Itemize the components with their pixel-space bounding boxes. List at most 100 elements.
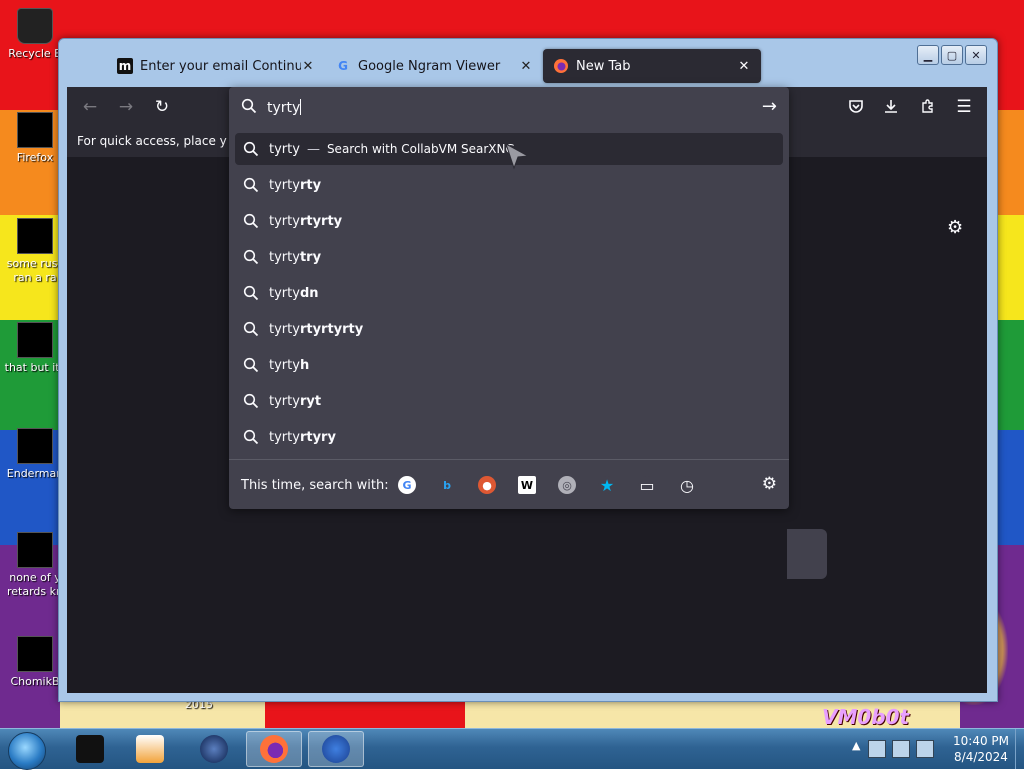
close-window-button[interactable]: ✕ (965, 45, 987, 65)
urlbar-text[interactable]: tyrty (267, 99, 302, 116)
suggestion-suffix: rty (299, 177, 322, 193)
suggestion-item[interactable]: tyrty rtyry (235, 421, 783, 453)
mouse-cursor-icon (504, 142, 530, 174)
pocket-icon[interactable] (847, 98, 865, 116)
document-icon (17, 218, 53, 254)
suggestion-prefix: tyrty (269, 321, 300, 337)
suggestion-prefix: tyrty (269, 393, 300, 409)
window-controls: ▁ ▢ ✕ (917, 45, 987, 65)
clock[interactable]: 10:40 PM 8/4/2024 (946, 733, 1016, 765)
media-player-icon (136, 735, 164, 763)
tabs-icon[interactable]: ▭ (638, 476, 656, 495)
suggestion-prefix: tyrty (269, 429, 300, 445)
reload-button[interactable]: ↻ (153, 98, 171, 116)
watermark: VM0b0t (822, 705, 910, 729)
suggestion-suffix: rtyry (299, 429, 336, 445)
taskbar-app-help[interactable] (308, 731, 364, 767)
menu-button[interactable]: ☰ (955, 98, 973, 116)
globe-icon (200, 735, 228, 763)
tab-close-icon[interactable]: ✕ (737, 59, 751, 74)
new-tab-search-box[interactable] (787, 529, 827, 579)
suggestion-text: tyrty (269, 141, 300, 157)
suggestion-item[interactable]: tyrty rtyrty (235, 205, 783, 237)
tab-strip: m Enter your email Continue to Pe ✕ G Go… (107, 49, 761, 83)
firefox-icon (260, 735, 288, 763)
show-desktop-button[interactable] (1015, 729, 1024, 769)
one-off-label: This time, search with: (241, 478, 389, 493)
one-off-search-bar: This time, search with: G b ● W ◎ ★ ▭ ◷ … (229, 459, 789, 510)
bing-icon[interactable]: b (438, 476, 456, 494)
suggestion-prefix: tyrty (269, 249, 300, 265)
urlbar-input[interactable]: tyrty → (229, 87, 789, 127)
suggestion-prefix: tyrty (269, 177, 300, 193)
suggestion-item[interactable]: tyrty rtyrtyrty (235, 313, 783, 345)
forward-button[interactable]: → (117, 98, 135, 116)
suggestion-prefix: tyrty (269, 213, 300, 229)
search-icon (241, 98, 257, 114)
wikipedia-icon[interactable]: W (518, 476, 536, 494)
search-icon (243, 177, 259, 193)
clock-date: 8/4/2024 (954, 750, 1008, 764)
duckduckgo-icon[interactable]: ● (478, 476, 496, 494)
system-tray: ▲ 10:40 PM 8/4/2024 (846, 729, 1024, 769)
image-icon (17, 636, 53, 672)
suggestion-item[interactable]: tyrty ryt (235, 385, 783, 417)
bookmarks-toolbar-hint: For quick access, place your bookmarks h… (77, 134, 227, 148)
tray-app-icon[interactable] (868, 740, 886, 758)
suggestion-prefix: tyrty (269, 285, 300, 301)
suggestion-item[interactable]: tyrty h (235, 349, 783, 381)
clock-time: 10:40 PM (953, 734, 1009, 748)
application-icon (17, 428, 53, 464)
search-settings-gear-icon[interactable]: ⚙ (762, 474, 777, 494)
tray-expand-icon[interactable]: ▲ (852, 739, 860, 752)
back-button[interactable]: ← (81, 98, 99, 116)
taskbar-app-globe[interactable] (186, 731, 242, 767)
taskbar-app-firefox[interactable] (246, 731, 302, 767)
suggestion-suffix: h (299, 357, 310, 373)
page-settings-gear-icon[interactable]: ⚙ (947, 217, 963, 238)
help-icon (322, 735, 350, 763)
search-icon (243, 429, 259, 445)
firefox-icon (17, 112, 53, 148)
document-icon (17, 322, 53, 358)
suggestion-prefix: tyrty (269, 357, 300, 373)
recycle-bin-icon (17, 8, 53, 44)
search-icon (243, 249, 259, 265)
maximize-button[interactable]: ▢ (941, 45, 963, 65)
go-arrow-button[interactable]: → (762, 96, 777, 117)
search-icon (243, 141, 259, 157)
tab-close-icon[interactable]: ✕ (519, 59, 533, 74)
document-icon (17, 532, 53, 568)
terminal-icon (76, 735, 104, 763)
search-icon (243, 213, 259, 229)
tab-new-tab[interactable]: New Tab ✕ (543, 49, 761, 83)
suggestion-item[interactable]: tyrty dn (235, 277, 783, 309)
tab-title: New Tab (576, 58, 631, 74)
tab-moodle-login[interactable]: m Enter your email Continue to Pe ✕ (107, 49, 325, 83)
volume-icon[interactable] (916, 740, 934, 758)
m-logo-icon: m (117, 58, 133, 74)
bookmarks-icon[interactable]: ★ (598, 476, 616, 495)
suggestion-engine-text: Search with CollabVM SearXNG (326, 142, 515, 156)
taskbar-app-media-player[interactable] (122, 731, 178, 767)
search-icon (243, 321, 259, 337)
start-button[interactable] (8, 732, 46, 770)
suggestion-list: tyrty — Search with CollabVM SearXNG tyr… (235, 133, 783, 457)
minimize-button[interactable]: ▁ (917, 45, 939, 65)
search-icon (243, 393, 259, 409)
puzzle-icon[interactable] (919, 98, 937, 116)
download-icon[interactable] (882, 98, 900, 116)
tab-title: Enter your email Continue to Pe (140, 58, 301, 74)
taskbar-app-terminal[interactable] (62, 731, 118, 767)
google-icon[interactable]: G (398, 476, 416, 494)
history-icon[interactable]: ◷ (678, 476, 696, 495)
searxng-icon[interactable]: ◎ (558, 476, 576, 494)
tab-title: Google Ngram Viewer (358, 58, 501, 74)
search-icon (243, 357, 259, 373)
tab-google-ngram[interactable]: G Google Ngram Viewer ✕ (325, 49, 543, 83)
network-icon[interactable] (892, 740, 910, 758)
tab-close-icon[interactable]: ✕ (301, 59, 315, 74)
suggestion-item[interactable]: tyrty try (235, 241, 783, 273)
suggestion-suffix: rtyrtyrty (299, 321, 364, 337)
suggestion-separator: — (306, 141, 320, 157)
